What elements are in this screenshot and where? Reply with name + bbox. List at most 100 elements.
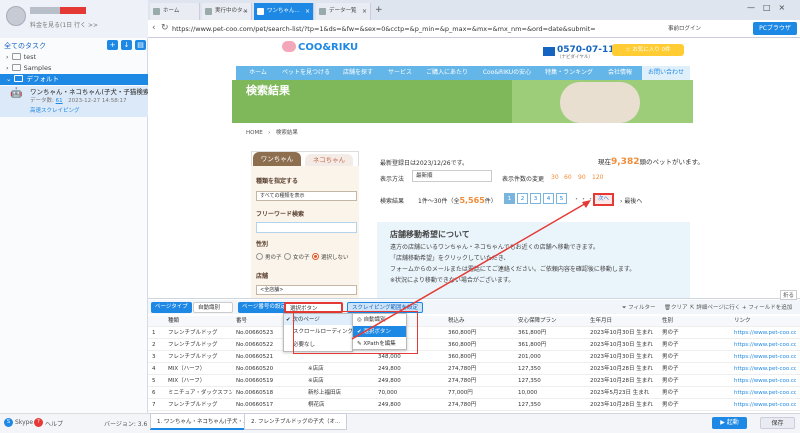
tab-dog[interactable]: ワンちゃん [253, 152, 301, 166]
table-row: 2 フレンチブルドッグ No.00660522 360,800円 361,800円 202… [148, 340, 800, 351]
url-input[interactable]: https://www.pet-coo.com/pet/search-list/… [172, 23, 667, 35]
page-3[interactable]: 3 [530, 193, 541, 204]
new-tab-button[interactable]: + [375, 5, 383, 15]
tab-running[interactable]: 実行中のタ... × [202, 3, 252, 20]
table-cell: フレンチブルドッグ [168, 402, 218, 408]
tab-data-list[interactable]: データ一覧 × [316, 3, 371, 20]
folder-icon[interactable]: ▤ [135, 40, 146, 50]
plan-link[interactable]: 料金を見る(1日 行く >> [30, 20, 98, 29]
row-index: 4 [152, 366, 156, 372]
nav-purchase[interactable]: ご購入にあたり [420, 66, 474, 80]
table-cell: 2023年5月23日 生まれ [590, 390, 650, 396]
keyword-input[interactable] [256, 222, 357, 233]
column-header[interactable]: 生年月日 [590, 316, 658, 327]
avatar[interactable] [6, 6, 26, 26]
page-4[interactable]: 4 [543, 193, 554, 204]
page-2[interactable]: 2 [517, 193, 528, 204]
favorites-button[interactable]: ☆ お気に入り 0件 [612, 44, 684, 56]
step-tab-2[interactable]: 2. フレンチブルドッグの子犬（オ... [244, 413, 348, 430]
page-1[interactable]: 1 [504, 193, 515, 204]
import-icon[interactable]: ↓ [121, 40, 132, 50]
help-link[interactable]: ヘルプ [45, 419, 63, 428]
nav-find-pet[interactable]: ペットを見つける [278, 66, 334, 80]
task-icon [205, 8, 212, 15]
column-header[interactable]: 安心保障プラン [518, 316, 586, 327]
radio-icon [312, 253, 319, 260]
row-index: 3 [152, 354, 156, 360]
per-page-120[interactable]: 120 [592, 174, 603, 181]
banner-pets-image [560, 82, 640, 123]
pc-browser-button[interactable]: PCブラウザ [753, 22, 797, 35]
breadcrumb[interactable]: HOME › 検索結果 [246, 128, 298, 136]
column-header[interactable]: 性別 [662, 316, 730, 327]
close-icon[interactable]: × [362, 3, 367, 20]
fold-button[interactable]: 折る [780, 290, 798, 300]
add-field-button[interactable]: + フィールドを追加 [742, 303, 792, 311]
run-button[interactable]: ▶ 起動 [712, 417, 747, 429]
link-icon: ⇱ [690, 305, 695, 311]
tab-active-task[interactable]: ワンちゃん... × [254, 3, 314, 20]
column-header[interactable]: リンク [734, 316, 796, 327]
radio-female[interactable]: 女の子 [284, 253, 310, 261]
table-cell: 男の子 [662, 342, 679, 348]
tree-folder-test[interactable]: › test [0, 52, 148, 63]
column-header[interactable]: 種類 [168, 316, 232, 327]
tree-folder-samples[interactable]: › Samples [0, 63, 148, 74]
sort-select[interactable]: 最新順 [412, 170, 492, 182]
table-cell: 360,800円 [448, 354, 477, 360]
column-header[interactable]: 税込み [448, 316, 514, 327]
tab-cat[interactable]: ネコちゃん [305, 154, 353, 166]
table-cell: 2023年10月30日 生まれ [590, 354, 653, 360]
table-cell: ※店店 [308, 366, 324, 372]
task-mode: 高速スクレイピング [30, 108, 80, 114]
step-tab-1[interactable]: 1. ワンちゃん・ネコちゃん(子犬・... [150, 413, 256, 430]
table-cell: 新杉上福田店 [308, 390, 342, 396]
tab-home[interactable]: ホーム [150, 3, 200, 20]
radio-label: 男の子 [265, 255, 282, 261]
table-cell: MIX（ハーフ） [168, 366, 206, 372]
per-page-60[interactable]: 60 [564, 174, 572, 181]
kind-heading: 種類を指定する [256, 178, 299, 185]
close-icon[interactable]: × [136, 86, 142, 94]
radio-male[interactable]: 男の子 [256, 253, 282, 261]
per-page-30[interactable]: 30 [551, 174, 559, 181]
nav-services[interactable]: サービス [382, 66, 418, 80]
tree-folder-default[interactable]: ⌄ デフォルト [0, 74, 148, 85]
page-5[interactable]: 5 [556, 193, 567, 204]
close-icon[interactable]: × [243, 3, 248, 20]
clear-button[interactable]: 🗑クリア [664, 303, 688, 311]
count-suffix: 頭のペットがいます。 [639, 158, 704, 166]
next-page-button[interactable]: 次へ [593, 193, 614, 206]
store-select[interactable]: <全店舗> [256, 285, 357, 295]
detail-page-button[interactable]: ⇱ 詳細ページに行く [690, 303, 740, 311]
back-icon[interactable]: ‹ [152, 23, 156, 33]
radio-none[interactable]: 選択しない [312, 253, 349, 261]
nav-stores[interactable]: 店舗を探す [336, 66, 380, 80]
table-cell: https://www.pet-coo.com/pet [734, 354, 796, 360]
nav-home[interactable]: ホーム [240, 66, 276, 80]
skype-icon: S [4, 418, 13, 427]
window-controls[interactable]: —□× [747, 3, 793, 12]
phone-icon [543, 47, 555, 56]
data-count[interactable]: 61 [56, 98, 63, 104]
save-button[interactable]: 保存 [760, 417, 795, 429]
nav-safety[interactable]: Coo&RIKUの安心 [476, 66, 538, 80]
add-task-icon[interactable]: + [107, 40, 118, 50]
nav-features[interactable]: 特集・ランキング [540, 66, 598, 80]
site-logo[interactable]: COO&RIKU [298, 42, 358, 53]
refresh-icon[interactable]: ↻ [161, 23, 169, 33]
table-icon [319, 8, 326, 15]
nav-contact[interactable]: お問い合わせ [642, 66, 690, 80]
kind-select[interactable]: すべての種類を表示 [256, 191, 357, 201]
pre-login-button[interactable]: 事前ログイン [668, 24, 701, 32]
nav-company[interactable]: 会社情報 [600, 66, 640, 80]
per-page-90[interactable]: 90 [578, 174, 586, 181]
table-cell: ※店店 [308, 378, 324, 384]
skype-link[interactable]: Skype [15, 419, 33, 426]
filter-button[interactable]: ⏷ フィルター [622, 303, 656, 312]
close-icon[interactable]: × [305, 3, 310, 20]
auto-detect-select[interactable]: 自動識別 [193, 302, 233, 313]
table-cell: 361,800円 [518, 342, 547, 348]
last-page-link[interactable]: › 最後へ [620, 196, 642, 205]
display-method-label: 表示方法 [380, 176, 405, 183]
